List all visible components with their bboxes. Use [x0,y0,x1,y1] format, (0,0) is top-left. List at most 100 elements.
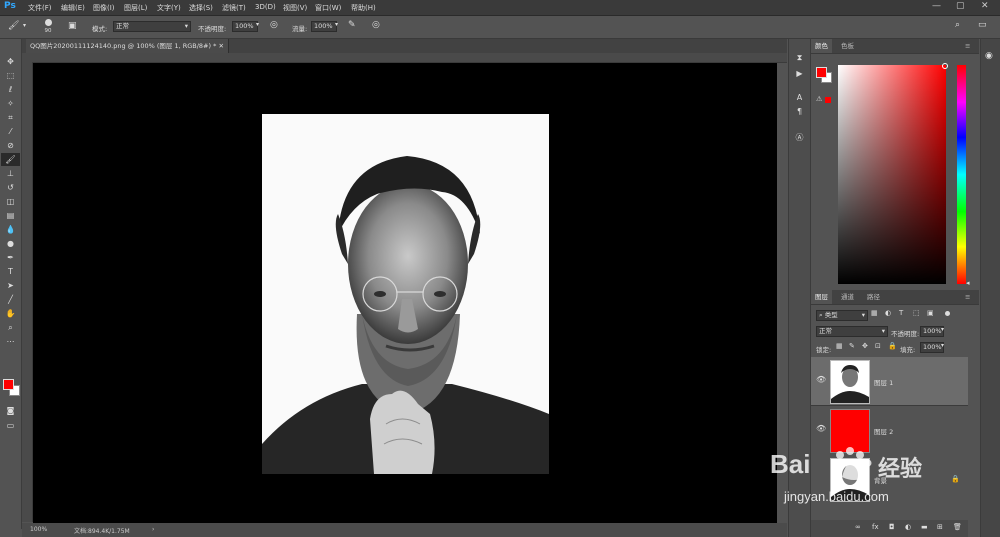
menu-type[interactable]: 文字(Y) [157,3,181,13]
dodge-tool-icon[interactable]: ● [1,237,20,250]
new-group-icon[interactable]: ▬ [921,523,928,531]
opacity-input[interactable]: 100% [232,21,258,32]
eraser-tool-icon[interactable]: ◫ [1,195,20,208]
chevron-down-icon[interactable]: ▾ [23,22,26,29]
chevron-down-icon[interactable]: ▾ [335,21,338,28]
gradient-tool-icon[interactable]: ▤ [1,209,20,222]
maximize-icon[interactable]: ▢ [956,1,965,11]
history-brush-tool-icon[interactable]: ↺ [1,181,20,194]
libraries-icon[interactable]: ◉ [985,51,993,61]
marquee-tool-icon[interactable]: ⬚ [1,69,20,82]
color-spectrum-field[interactable] [838,65,946,284]
path-select-tool-icon[interactable]: ➤ [1,279,20,292]
zoom-tool-icon[interactable]: ⌕ [1,321,20,334]
delete-layer-icon[interactable]: 🗑 [953,523,962,531]
filter-smart-object-icon[interactable]: ▣ [927,309,934,317]
menu-3d[interactable]: 3D(D) [255,3,276,11]
menu-window[interactable]: 窗口(W) [315,3,341,13]
lasso-tool-icon[interactable]: ℓ [1,83,20,96]
tab-color[interactable]: 颜色 [811,39,832,53]
adjustment-layer-icon[interactable]: ◐ [905,523,911,531]
character-icon[interactable]: A [789,91,810,104]
tab-channels[interactable]: 通道 [837,290,858,304]
brush-tool-icon[interactable]: 🖌 [8,21,19,31]
menu-file[interactable]: 文件(F) [28,3,52,13]
quick-mask-icon[interactable]: ◙ [1,404,20,417]
gamut-color-chip[interactable] [825,97,831,103]
menu-view[interactable]: 视图(V) [283,3,307,13]
menu-edit[interactable]: 编辑(E) [61,3,85,13]
layer-name[interactable]: 图层 2 [874,426,893,436]
close-icon[interactable]: ✕ [981,1,989,11]
brush-tool-icon[interactable]: 🖌 [1,153,20,166]
hue-slider-handle-icon[interactable]: ◂ [966,279,970,287]
glyphs-icon[interactable]: Ⓐ [789,131,810,144]
filter-type-icon[interactable]: T [899,309,903,317]
flow-input[interactable]: 100% [311,21,337,32]
color-picker-marker[interactable] [942,63,948,69]
airbrush-icon[interactable]: ✎ [348,20,356,30]
tab-paths[interactable]: 路径 [863,290,884,304]
foreground-color-swatch[interactable] [3,379,14,390]
pen-tool-icon[interactable]: ✒ [1,251,20,264]
mode-select[interactable]: 正常 ▾ [113,21,191,32]
filter-toggle-icon[interactable] [945,311,950,316]
canvas-image-portrait[interactable] [262,114,549,474]
layer-style-icon[interactable]: fx [872,523,879,531]
panel-menu-icon[interactable]: ≡ [961,290,974,304]
layer-row[interactable]: 👁 图层 1 [811,357,968,405]
chevron-down-icon[interactable]: ▾ [941,342,944,349]
menu-filter[interactable]: 滤镜(T) [222,3,246,13]
chevron-down-icon[interactable]: ▾ [256,21,259,28]
blur-tool-icon[interactable]: 💧 [1,223,20,236]
eye-icon[interactable]: 👁 [816,375,826,384]
menu-help[interactable]: 帮助(H) [351,3,376,13]
eyedropper-tool-icon[interactable]: ⁄ [1,125,20,138]
blend-mode-select[interactable]: 正常 ▾ [816,326,888,337]
history-icon[interactable]: ⧗ [789,51,810,64]
app-logo[interactable]: Ps [4,1,16,11]
filter-adjustment-icon[interactable]: ◐ [885,309,891,317]
workspace-icon[interactable]: ▭ [978,20,987,30]
hand-tool-icon[interactable]: ✋ [1,307,20,320]
menu-select[interactable]: 选择(S) [189,3,213,13]
line-tool-icon[interactable]: ╱ [1,293,20,306]
paragraph-icon[interactable]: ¶ [789,105,810,118]
menu-layer[interactable]: 图层(L) [124,3,147,13]
pressure-size-icon[interactable]: ◎ [372,20,380,30]
clone-stamp-tool-icon[interactable]: ⊥ [1,167,20,180]
layer-filter-select[interactable]: ⌕ 类型 ▾ [816,310,868,321]
link-layers-icon[interactable]: ∞ [855,523,861,531]
quick-select-tool-icon[interactable]: ✧ [1,97,20,110]
menu-image[interactable]: 图像(I) [93,3,115,13]
document-tab[interactable]: QQ图片20200111124140.png @ 100% (图层 1, RGB… [26,39,229,53]
pressure-opacity-icon[interactable]: ◎ [270,20,278,30]
search-icon[interactable]: ⌕ [955,20,960,30]
type-tool-icon[interactable]: T [1,265,20,278]
brush-preset-picker[interactable]: 90 [40,18,56,36]
chevron-down-icon[interactable]: ▾ [941,326,944,333]
eye-icon[interactable]: 👁 [816,424,826,433]
lock-artboard-icon[interactable]: ⊡ [875,342,881,350]
screen-mode-icon[interactable]: ▭ [1,419,20,432]
status-menu-arrow-icon[interactable]: › [152,526,154,533]
filter-pixel-icon[interactable]: ▦ [871,309,878,317]
close-tab-icon[interactable]: ✕ [219,39,224,53]
panel-menu-icon[interactable]: ≡ [961,39,974,53]
lock-transparent-icon[interactable]: ▦ [836,342,843,350]
more-tools-icon[interactable]: ⋯ [1,335,20,348]
lock-pixels-icon[interactable]: ✎ [849,342,855,350]
zoom-level[interactable]: 100% [30,526,47,533]
crop-tool-icon[interactable]: ⌗ [1,111,20,124]
move-tool-icon[interactable]: ✥ [1,55,20,68]
layer-name[interactable]: 图层 1 [874,377,893,387]
lock-all-icon[interactable]: 🔒 [888,342,897,350]
color-panel-foreground-swatch[interactable] [816,67,827,78]
lock-position-icon[interactable]: ✥ [862,342,868,350]
add-mask-icon[interactable]: ◘ [889,523,895,531]
tab-layers[interactable]: 图层 [811,290,832,304]
brush-panel-icon[interactable]: ▣ [68,21,77,31]
out-of-gamut-warning-icon[interactable]: ⚠ [816,95,822,103]
hue-slider[interactable] [957,65,966,284]
new-layer-icon[interactable]: ⊞ [937,523,943,531]
